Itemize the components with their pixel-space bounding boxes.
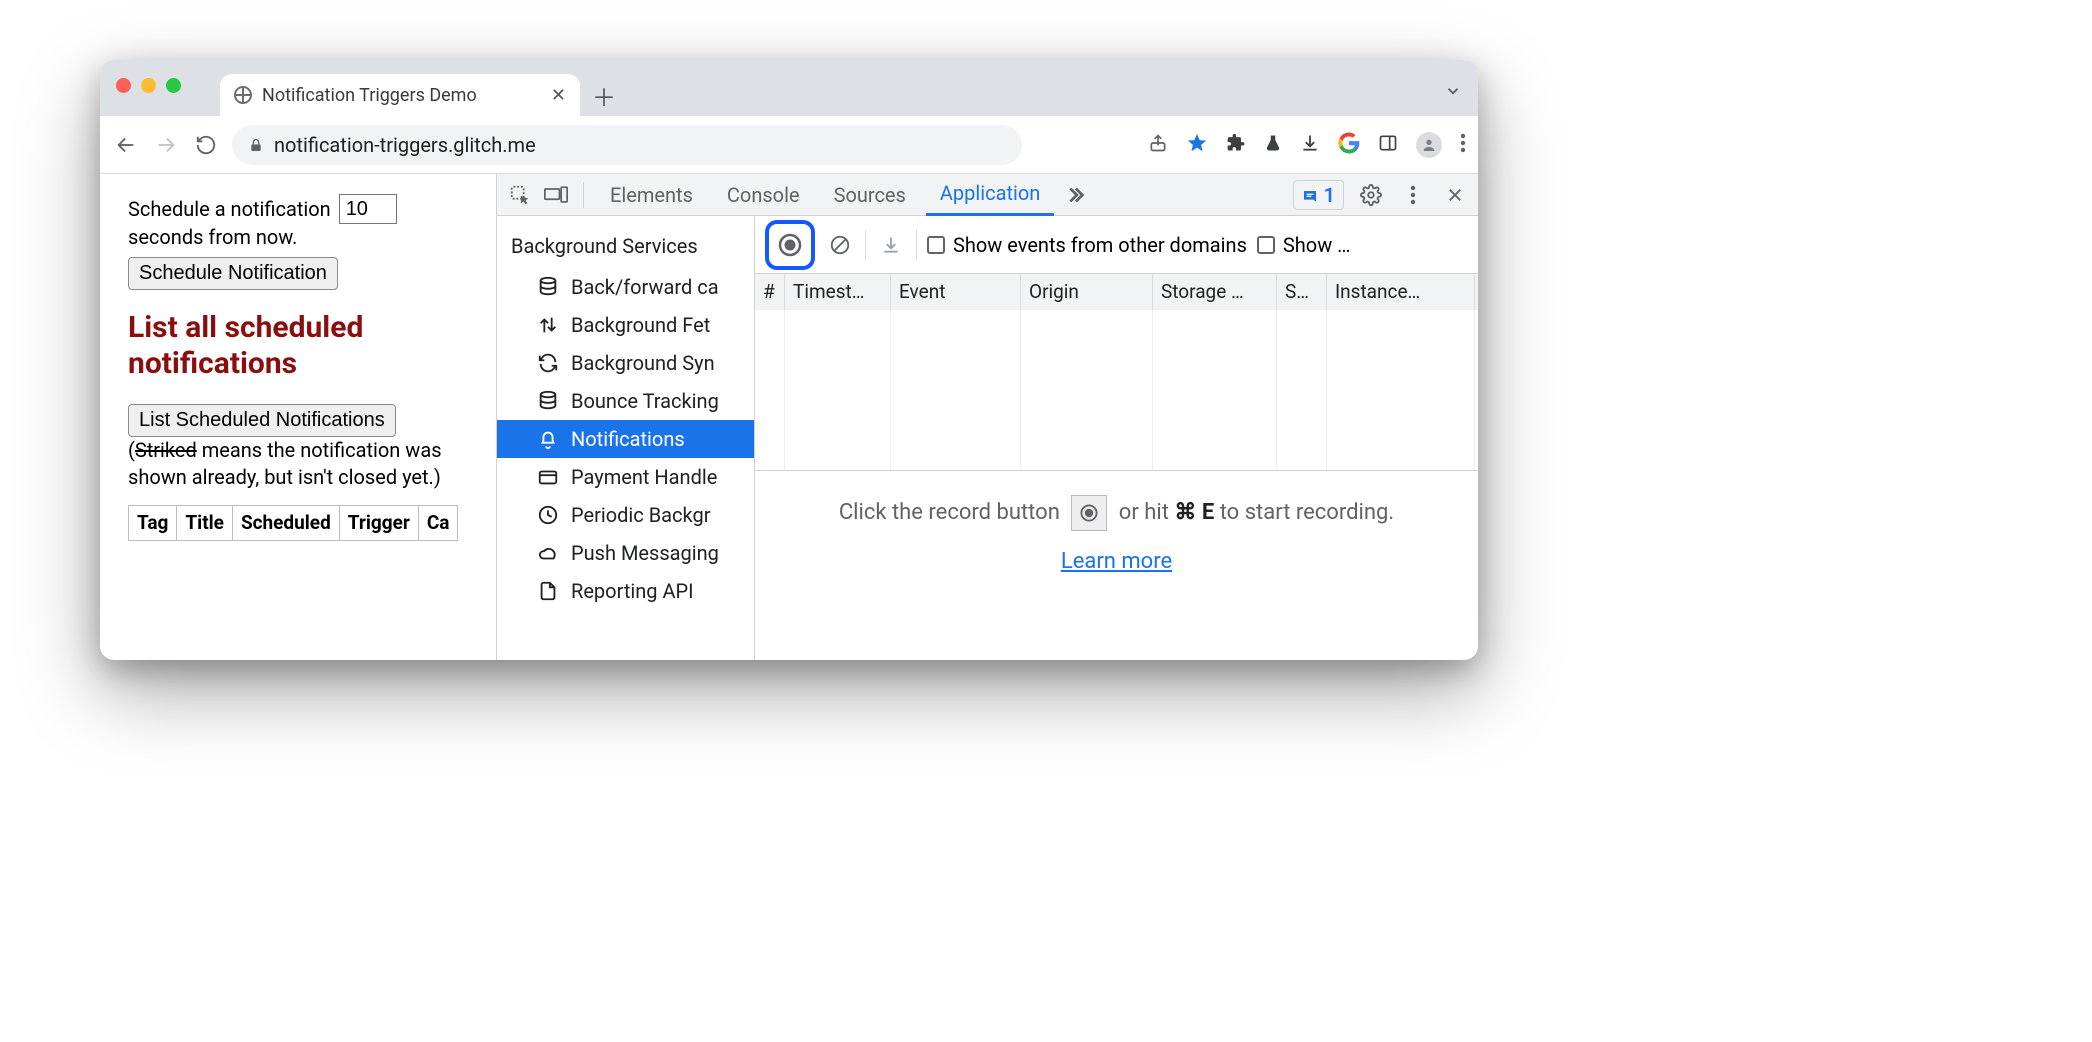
record-button[interactable] <box>771 226 809 264</box>
card-icon <box>537 466 559 488</box>
notifications-table: Tag Title Scheduled Trigger Ca <box>128 505 458 541</box>
downloads-icon[interactable] <box>1300 133 1320 157</box>
db-icon <box>537 276 559 298</box>
save-icon[interactable] <box>876 230 906 260</box>
clear-icon[interactable] <box>825 230 855 260</box>
labs-icon[interactable] <box>1264 133 1282 157</box>
sidebar-item-reporting-api[interactable]: Reporting API <box>497 572 754 610</box>
db-icon <box>537 390 559 412</box>
sidebar-item-back-forward-ca[interactable]: Back/forward ca <box>497 268 754 306</box>
sidebar-item-payment-handle[interactable]: Payment Handle <box>497 458 754 496</box>
doc-icon <box>537 580 559 602</box>
page-heading: List all scheduled notifications <box>128 310 468 382</box>
address-bar: notification-triggers.glitch.me <box>100 116 1478 174</box>
sidebar-item-periodic-backgr[interactable]: Periodic Backgr <box>497 496 754 534</box>
tab-title: Notification Triggers Demo <box>262 85 477 106</box>
record-button-highlight <box>765 220 815 270</box>
extensions-icon[interactable] <box>1226 133 1246 157</box>
inspect-element-icon[interactable] <box>505 180 535 210</box>
cloud-icon <box>537 542 559 564</box>
nav-reload-button[interactable] <box>192 131 220 159</box>
strike-note: (Striked means the notification was show… <box>128 437 468 491</box>
col-s[interactable]: S… <box>1277 274 1327 310</box>
tab-sources[interactable]: Sources <box>820 174 920 216</box>
schedule-label-post: seconds from now. <box>128 224 468 251</box>
lock-icon <box>248 137 264 153</box>
share-icon[interactable] <box>1148 133 1168 157</box>
sidebar-item-background-fet[interactable]: Background Fet <box>497 306 754 344</box>
schedule-notification-button[interactable]: Schedule Notification <box>128 257 338 290</box>
nav-forward-button <box>152 131 180 159</box>
bell-icon <box>537 428 559 450</box>
list-scheduled-button[interactable]: List Scheduled Notifications <box>128 404 396 437</box>
close-tab-icon[interactable]: ✕ <box>551 85 566 106</box>
th-trigger: Trigger <box>339 506 418 541</box>
devtools-kebab-icon[interactable] <box>1398 180 1428 210</box>
more-tabs-icon[interactable] <box>1060 180 1090 210</box>
sidebar-section-header: Background Services <box>497 228 754 268</box>
traffic-minimize[interactable] <box>141 78 156 93</box>
show-other-domains-checkbox[interactable]: Show events from other domains <box>927 233 1247 257</box>
new-tab-button[interactable]: ＋ <box>580 74 628 116</box>
browser-window: Notification Triggers Demo ✕ ＋ notificat… <box>100 60 1478 660</box>
browser-tab[interactable]: Notification Triggers Demo ✕ <box>220 74 580 116</box>
col-storage[interactable]: Storage … <box>1153 274 1277 310</box>
tab-strip: Notification Triggers Demo ✕ ＋ <box>100 60 1478 116</box>
events-grid: # Timest… Event Origin Storage … S… Inst… <box>755 274 1478 471</box>
page-content: Schedule a notification seconds from now… <box>100 174 496 660</box>
tabs-dropdown-icon[interactable] <box>1444 82 1462 104</box>
settings-gear-icon[interactable] <box>1356 180 1386 210</box>
col-timestamp[interactable]: Timest… <box>785 274 891 310</box>
sync-icon <box>537 352 559 374</box>
updown-icon <box>537 314 559 336</box>
record-icon-inline <box>1071 495 1107 531</box>
seconds-input[interactable] <box>339 194 397 224</box>
device-toolbar-icon[interactable] <box>541 180 571 210</box>
kebab-menu-icon[interactable] <box>1460 133 1466 157</box>
col-instance[interactable]: Instance… <box>1327 274 1475 310</box>
sidebar-item-background-syn[interactable]: Background Syn <box>497 344 754 382</box>
issues-badge[interactable]: 1 <box>1293 180 1344 210</box>
schedule-label-pre: Schedule a notification <box>128 196 331 223</box>
devtools-close-icon[interactable] <box>1440 180 1470 210</box>
notifications-main-pane: Show events from other domains Show … # … <box>755 216 1478 660</box>
sidebar-item-bounce-tracking[interactable]: Bounce Tracking <box>497 382 754 420</box>
sidebar-item-notifications[interactable]: Notifications <box>497 420 754 458</box>
devtools-tabstrip: Elements Console Sources Application 1 <box>497 174 1478 216</box>
col-event[interactable]: Event <box>891 274 1021 310</box>
th-title: Title <box>177 506 233 541</box>
window-controls <box>116 78 181 93</box>
application-sidebar: Background Services Back/forward caBackg… <box>497 216 755 660</box>
url-text: notification-triggers.glitch.me <box>274 133 536 157</box>
nav-back-button[interactable] <box>112 131 140 159</box>
profile-avatar[interactable] <box>1416 132 1442 158</box>
col-index[interactable]: # <box>755 274 785 310</box>
tab-application[interactable]: Application <box>926 174 1054 216</box>
notifications-toolbar: Show events from other domains Show … <box>755 216 1478 274</box>
sidebar-item-push-messaging[interactable]: Push Messaging <box>497 534 754 572</box>
omnibox[interactable]: notification-triggers.glitch.me <box>232 125 1022 165</box>
devtools-panel: Elements Console Sources Application 1 <box>496 174 1478 660</box>
col-origin[interactable]: Origin <box>1021 274 1153 310</box>
th-tag: Tag <box>129 506 177 541</box>
tab-elements[interactable]: Elements <box>596 174 707 216</box>
tab-console[interactable]: Console <box>713 174 814 216</box>
th-scheduled: Scheduled <box>232 506 339 541</box>
learn-more-link[interactable]: Learn more <box>785 549 1448 574</box>
recording-hint: Click the record button or hit ⌘ E to st… <box>755 471 1478 598</box>
bookmark-star-icon[interactable] <box>1186 132 1208 158</box>
show-truncated-checkbox[interactable]: Show … <box>1257 233 1351 257</box>
side-panel-icon[interactable] <box>1378 133 1398 157</box>
th-ca: Ca <box>418 506 458 541</box>
traffic-zoom[interactable] <box>166 78 181 93</box>
google-account-icon[interactable] <box>1338 132 1360 158</box>
clock-icon <box>537 504 559 526</box>
traffic-close[interactable] <box>116 78 131 93</box>
globe-icon <box>234 86 252 104</box>
